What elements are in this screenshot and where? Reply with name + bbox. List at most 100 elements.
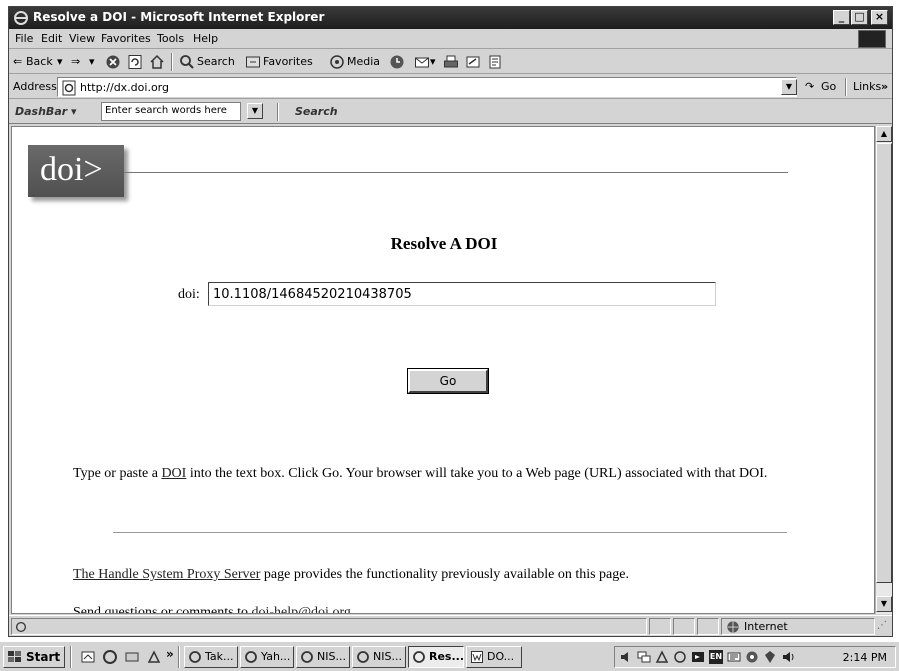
favorites-icon[interactable] — [245, 54, 261, 70]
search-button[interactable]: Search — [197, 55, 235, 68]
task-label: NIS... — [373, 650, 402, 663]
minimize-button[interactable]: _ — [833, 10, 850, 25]
scroll-down-button[interactable]: ▼ — [876, 596, 892, 612]
back-arrow-icon[interactable]: ⇐ — [13, 55, 22, 68]
task-button-1[interactable]: Tak... — [184, 646, 238, 668]
windows-logo-icon — [858, 30, 886, 48]
search-icon[interactable] — [179, 54, 195, 70]
menu-tools[interactable]: Tools — [157, 32, 184, 45]
dashbar-search-button[interactable]: Search — [295, 105, 338, 118]
tray-app-icon-7[interactable] — [781, 650, 795, 664]
stop-icon[interactable] — [105, 54, 121, 70]
mail-icon[interactable] — [414, 54, 430, 70]
address-dropdown-button[interactable]: ▼ — [781, 79, 797, 95]
refresh-icon[interactable] — [127, 54, 143, 70]
tray-app-icon-2[interactable] — [673, 650, 687, 664]
task-ie-icon — [301, 651, 313, 663]
taskbar-separator — [70, 646, 72, 668]
task-button-active[interactable]: Res... — [408, 646, 464, 668]
taskbar-separator-2 — [178, 646, 180, 668]
title-bar[interactable]: Resolve a DOI - Microsoft Internet Explo… — [9, 7, 892, 29]
media-button[interactable]: Media — [347, 55, 380, 68]
menu-view[interactable]: View — [69, 32, 95, 45]
taskbar: Start » Tak... Yah... NIS... NIS... Res.… — [0, 641, 899, 671]
print-icon[interactable] — [443, 54, 459, 70]
scroll-up-button[interactable]: ▲ — [876, 126, 892, 142]
start-button[interactable]: Start — [3, 646, 65, 668]
tray-app-icon-1[interactable] — [655, 650, 669, 664]
address-bar: Address http://dx.doi.org ▼ ↷ Go Links » — [9, 75, 892, 99]
tray-app-icon-6[interactable] — [763, 650, 777, 664]
discuss-icon[interactable] — [487, 54, 503, 70]
maximize-button[interactable]: □ — [851, 10, 868, 25]
task-button-2[interactable]: Yah... — [240, 646, 294, 668]
window-title: Resolve a DOI - Microsoft Internet Explo… — [33, 10, 325, 24]
task-button-4[interactable]: NIS... — [352, 646, 406, 668]
browser-window: Resolve a DOI - Microsoft Internet Explo… — [8, 6, 893, 637]
address-url: http://dx.doi.org — [80, 81, 169, 94]
task-button-3[interactable]: NIS... — [296, 646, 350, 668]
address-input[interactable]: http://dx.doi.org — [57, 77, 797, 97]
tray-app-icon-3[interactable] — [691, 650, 705, 664]
handle-system-link[interactable]: The Handle System Proxy Server — [73, 567, 260, 582]
doi-input[interactable] — [208, 282, 716, 306]
edit-icon[interactable] — [465, 54, 481, 70]
zone-label: Internet — [744, 620, 788, 633]
menu-edit[interactable]: Edit — [41, 32, 62, 45]
menu-help[interactable]: Help — [193, 32, 218, 45]
instructions-after: into the text box. Click Go. Your browse… — [186, 466, 768, 481]
quicklaunch-ie-icon[interactable] — [102, 649, 118, 665]
menu-file[interactable]: File — [15, 32, 33, 45]
dashbar-dropdown-button[interactable]: ▼ — [247, 103, 263, 119]
resize-grip-icon[interactable]: ⋰ — [877, 620, 887, 631]
dashbar-search-input[interactable]: Enter search words here — [101, 102, 241, 121]
address-separator — [845, 78, 847, 96]
doi-link[interactable]: DOI — [161, 466, 186, 481]
status-bar: Internet ⋰ — [9, 615, 892, 636]
menu-bar: File Edit View Favorites Tools Help — [9, 29, 892, 49]
address-label: Address — [13, 80, 57, 93]
dashbar-menu[interactable]: DashBar ▾ — [15, 105, 77, 118]
volume-icon[interactable] — [619, 650, 633, 664]
scroll-thumb[interactable] — [876, 143, 892, 583]
task-button-6[interactable]: DO... — [466, 646, 522, 668]
mail-dropdown-icon[interactable]: ▾ — [430, 55, 436, 68]
instructions-before: Type or paste a — [73, 466, 162, 481]
language-indicator-icon[interactable]: EN — [709, 650, 723, 664]
handle-after: page provides the functionality previous… — [260, 567, 629, 582]
forward-dropdown-icon[interactable]: ▾ — [89, 55, 95, 68]
task-label: Yah... — [261, 650, 291, 663]
windows-flag-icon — [8, 651, 21, 662]
media-icon[interactable] — [329, 54, 345, 70]
close-button[interactable]: × — [871, 10, 888, 25]
tray-app-icon-4[interactable] — [727, 650, 741, 664]
task-ie-icon — [189, 651, 201, 663]
chevron-right-icon[interactable]: » — [881, 80, 888, 93]
forward-icon[interactable]: ⇒ — [71, 55, 80, 68]
tray-app-icon-5[interactable] — [745, 650, 759, 664]
show-desktop-icon[interactable] — [80, 649, 96, 665]
vertical-scrollbar[interactable]: ▲ ▼ — [875, 126, 892, 614]
task-label: DO... — [487, 650, 515, 663]
address-go-button[interactable]: Go — [821, 80, 836, 93]
internet-globe-icon — [727, 621, 739, 633]
home-icon[interactable] — [149, 54, 165, 70]
back-dropdown-icon[interactable]: ▾ — [57, 55, 63, 68]
go-arrow-icon[interactable]: ↷ — [805, 80, 814, 93]
help-email-link[interactable]: doi-help@doi.org — [252, 605, 351, 613]
clock: 2:14 PM — [842, 651, 887, 664]
start-label: Start — [26, 650, 61, 664]
task-label: Res... — [429, 650, 464, 663]
content-divider — [113, 532, 787, 533]
quicklaunch-more-icon[interactable]: » — [166, 647, 174, 661]
quicklaunch-app-icon[interactable] — [146, 649, 162, 665]
doi-logo: doi> — [28, 145, 124, 197]
history-icon[interactable] — [389, 54, 405, 70]
go-button[interactable]: Go — [407, 368, 489, 394]
back-button[interactable]: Back — [26, 55, 53, 68]
quicklaunch-outlook-icon[interactable] — [124, 649, 140, 665]
network-icon[interactable] — [637, 650, 651, 664]
links-button[interactable]: Links — [853, 80, 881, 93]
favorites-button[interactable]: Favorites — [263, 55, 313, 68]
menu-favorites[interactable]: Favorites — [101, 32, 151, 45]
